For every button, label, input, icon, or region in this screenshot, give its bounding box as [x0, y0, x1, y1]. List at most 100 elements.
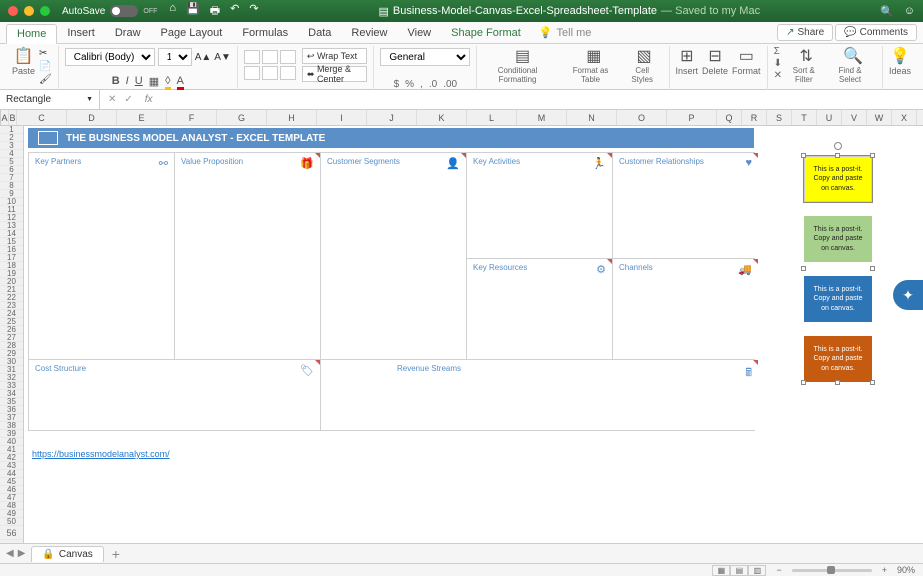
- col-header[interactable]: V: [842, 110, 867, 125]
- col-header[interactable]: N: [567, 110, 617, 125]
- col-header[interactable]: C: [17, 110, 67, 125]
- resize-handle-icon[interactable]: [835, 153, 840, 158]
- col-header[interactable]: A: [1, 110, 9, 125]
- prev-sheet-icon[interactable]: ◀: [6, 548, 14, 559]
- minimize-window-icon[interactable]: [24, 6, 34, 16]
- tab-shape-format[interactable]: Shape Format: [441, 24, 531, 42]
- undo-icon[interactable]: ↶: [230, 2, 239, 21]
- increase-font-icon[interactable]: A▲: [195, 52, 212, 63]
- clear-icon[interactable]: ✕: [774, 70, 782, 81]
- col-header[interactable]: M: [517, 110, 567, 125]
- rotate-handle-icon[interactable]: [834, 142, 842, 150]
- normal-view-icon[interactable]: ▦: [712, 565, 730, 576]
- decrease-font-icon[interactable]: A▼: [214, 52, 231, 63]
- col-header[interactable]: I: [317, 110, 367, 125]
- row-header[interactable]: 50: [0, 518, 23, 526]
- add-sheet-button[interactable]: +: [104, 546, 128, 562]
- page-break-view-icon[interactable]: ▥: [748, 565, 766, 576]
- insert-cells-icon[interactable]: ⊞: [676, 46, 699, 66]
- percent-icon[interactable]: %: [405, 79, 414, 90]
- tab-insert[interactable]: Insert: [57, 24, 105, 42]
- zoom-slider[interactable]: [792, 569, 872, 572]
- border-icon[interactable]: ▦: [149, 75, 159, 90]
- align-buttons[interactable]: [244, 50, 296, 80]
- italic-button[interactable]: I: [126, 75, 129, 90]
- tab-data[interactable]: Data: [298, 24, 341, 42]
- customer-segments-cell[interactable]: Customer Segments👤: [321, 153, 466, 359]
- col-header[interactable]: Y: [917, 110, 923, 125]
- resize-handle-icon[interactable]: [801, 266, 806, 271]
- col-header[interactable]: O: [617, 110, 667, 125]
- close-window-icon[interactable]: [8, 6, 18, 16]
- fill-color-icon[interactable]: ◊: [165, 75, 170, 90]
- decrease-decimal-icon[interactable]: .0: [429, 79, 437, 90]
- key-partners-cell[interactable]: Key Partners⚯: [29, 153, 174, 359]
- resize-handle-icon[interactable]: [801, 380, 806, 385]
- fill-icon[interactable]: ⬇: [774, 58, 782, 69]
- resize-handle-icon[interactable]: [870, 153, 875, 158]
- cell-styles-icon[interactable]: ▧: [626, 46, 663, 66]
- col-header[interactable]: X: [892, 110, 917, 125]
- col-header[interactable]: R: [742, 110, 767, 125]
- document-title[interactable]: ▤ Business-Model-Canvas-Excel-Spreadshee…: [259, 5, 881, 18]
- key-activities-cell[interactable]: Key Activities🏃: [467, 153, 612, 258]
- worksheet[interactable]: 1234567891011121314151617181920212223242…: [0, 126, 923, 556]
- comma-icon[interactable]: ,: [420, 79, 423, 90]
- col-header[interactable]: H: [267, 110, 317, 125]
- enter-formula-icon[interactable]: ✓: [124, 94, 132, 105]
- format-painter-icon[interactable]: 🖌: [39, 74, 52, 85]
- col-header[interactable]: E: [117, 110, 167, 125]
- ideas-icon[interactable]: 💡: [889, 46, 911, 66]
- font-color-icon[interactable]: A: [177, 75, 184, 90]
- underline-button[interactable]: U: [135, 75, 143, 90]
- col-header[interactable]: U: [817, 110, 842, 125]
- home-icon[interactable]: ⌂: [169, 2, 176, 21]
- tab-home[interactable]: Home: [6, 24, 57, 44]
- postit-orange[interactable]: This is a post-it. Copy and paste on can…: [804, 336, 872, 382]
- cut-icon[interactable]: ✂: [39, 48, 52, 59]
- source-link[interactable]: https://businessmodelanalyst.com/: [32, 449, 915, 459]
- col-header[interactable]: J: [367, 110, 417, 125]
- resize-handle-icon[interactable]: [835, 380, 840, 385]
- tell-me[interactable]: 💡Tell me: [539, 26, 592, 39]
- bold-button[interactable]: B: [112, 75, 120, 90]
- zoom-value[interactable]: 90%: [897, 565, 915, 575]
- search-icon[interactable]: 🔍: [880, 5, 894, 18]
- save-icon[interactable]: 💾: [186, 2, 200, 21]
- col-header[interactable]: S: [767, 110, 792, 125]
- sheet-tab-canvas[interactable]: 🔒Canvas: [31, 546, 103, 562]
- toggle-off-icon[interactable]: [110, 5, 138, 17]
- tab-page-layout[interactable]: Page Layout: [151, 24, 233, 42]
- zoom-out-button[interactable]: −: [776, 565, 781, 575]
- col-header[interactable]: T: [792, 110, 817, 125]
- wrap-text-button[interactable]: ↩ Wrap Text: [302, 48, 367, 64]
- next-sheet-icon[interactable]: ▶: [18, 548, 26, 559]
- feedback-bubble-icon[interactable]: ✦: [893, 280, 923, 310]
- currency-icon[interactable]: $: [394, 79, 400, 90]
- name-box[interactable]: Rectangle▼: [0, 90, 100, 109]
- zoom-in-button[interactable]: +: [882, 565, 887, 575]
- postit-green[interactable]: This is a post-it. Copy and paste on can…: [804, 216, 872, 262]
- format-cells-icon[interactable]: ▭: [732, 46, 761, 66]
- format-as-table-icon[interactable]: ▦: [566, 46, 622, 66]
- delete-cells-icon[interactable]: ⊟: [702, 46, 728, 66]
- key-resources-cell[interactable]: Key Resources⚙: [467, 259, 612, 359]
- tab-view[interactable]: View: [397, 24, 441, 42]
- find-select-icon[interactable]: 🔍: [830, 46, 876, 66]
- copy-icon[interactable]: 📄: [39, 61, 52, 72]
- comments-button[interactable]: 💬Comments: [835, 24, 917, 41]
- tab-formulas[interactable]: Formulas: [232, 24, 298, 42]
- autosave-toggle[interactable]: AutoSave OFF: [62, 5, 157, 17]
- sort-filter-icon[interactable]: ⇅: [786, 46, 826, 66]
- number-format-select[interactable]: General: [380, 48, 470, 66]
- user-icon[interactable]: ☺: [904, 5, 915, 18]
- tab-review[interactable]: Review: [341, 24, 397, 42]
- value-proposition-cell[interactable]: Value Proposition🎁: [175, 153, 320, 359]
- redo-icon[interactable]: ↷: [249, 2, 258, 21]
- col-header[interactable]: D: [67, 110, 117, 125]
- postit-blue[interactable]: This is a post-it. Copy and paste on can…: [804, 276, 872, 322]
- paste-icon[interactable]: 📋: [12, 46, 35, 66]
- print-icon[interactable]: 🖶: [210, 2, 220, 21]
- postit-yellow[interactable]: This is a post-it. Copy and paste on can…: [804, 156, 872, 202]
- resize-handle-icon[interactable]: [870, 266, 875, 271]
